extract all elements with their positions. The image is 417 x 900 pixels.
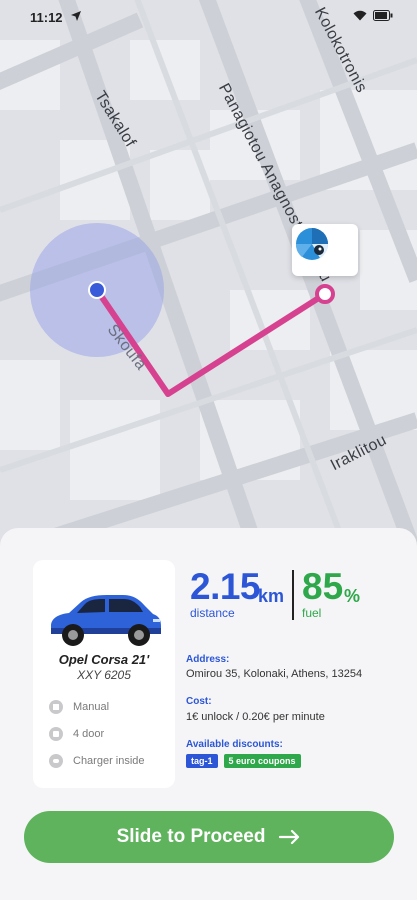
cost-value: 1€ unlock / 0.20€ per minute [186,711,325,723]
status-time: 11:12 [30,10,63,25]
fuel-value: 85 [302,566,344,607]
feature-doors: 4 door [49,727,104,741]
feature-label: Manual [73,701,110,713]
car-details-sheet: Opel Corsa 21' XXY 6205 Manual 4 door Ch… [0,528,417,900]
distance-label: distance [190,606,235,620]
user-location-dot [88,281,106,299]
status-bar: 11:12 [0,0,417,34]
discount-tags: tag-1 5 euro coupons [186,754,301,768]
location-arrow-icon [70,10,82,25]
address-label: Address: [186,654,230,665]
slide-label: Slide to Proceed [116,826,266,847]
feature-label: Charger inside [73,755,145,767]
discount-tag[interactable]: tag-1 [186,754,218,768]
car-image [51,595,161,646]
door-icon [49,727,63,741]
car-card[interactable]: Opel Corsa 21' XXY 6205 Manual 4 door Ch… [33,560,175,788]
distance-value: 2.15 [190,566,261,607]
stats-divider [292,570,294,620]
feature-charger: Charger inside [49,754,145,768]
address-value: Omirou 35, Kolonaki, Athens, 13254 [186,668,363,680]
arrow-right-icon [279,829,300,845]
fuel-unit: % [344,586,361,606]
car-name: Opel Corsa 21' [58,652,150,667]
feature-manual: Manual [49,700,109,714]
destination-marker[interactable] [292,224,358,276]
cost-label: Cost: [186,696,212,707]
wifi-icon [353,10,367,21]
map-view[interactable]: Tsakalof Panagiotou Anagnostopoulou Kolo… [0,0,417,560]
feature-label: 4 door [73,728,105,740]
discount-tag[interactable]: 5 euro coupons [223,754,301,768]
gearbox-icon [49,700,63,714]
distance-unit: km [258,586,285,606]
destination-pin [315,284,335,304]
fuel-label: fuel [302,606,322,620]
slide-to-proceed-button[interactable]: Slide to Proceed [24,811,394,863]
brand-logo-icon [295,228,329,260]
discounts-label: Available discounts: [186,739,283,750]
charger-icon [49,754,63,768]
battery-icon [373,10,393,21]
car-plate: XXY 6205 [77,668,131,682]
